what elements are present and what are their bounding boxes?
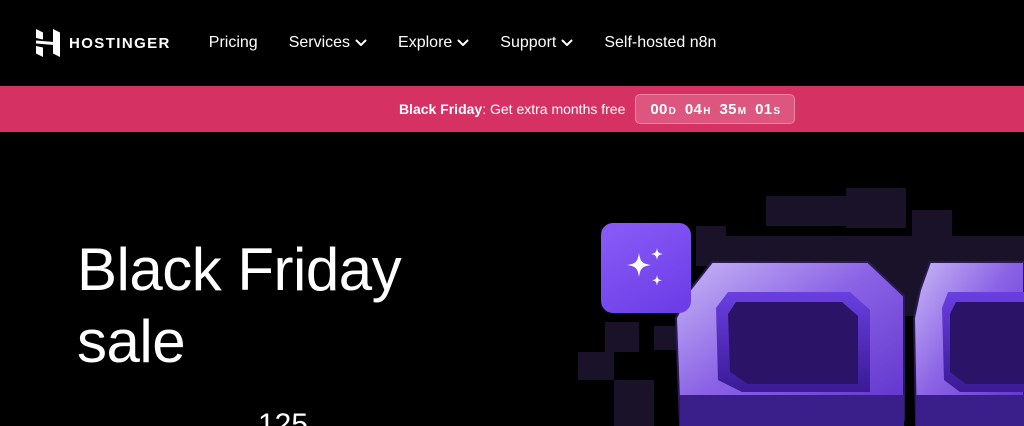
hero-title-line-1: Black Friday: [77, 236, 402, 303]
hero-title: Black Friday sale: [77, 234, 577, 378]
sparkles-icon: [627, 248, 663, 286]
hero-title-line-2: sale: [77, 308, 186, 375]
big-zero-digit-right: [912, 261, 1024, 426]
sparkle-badge: [601, 223, 691, 313]
page: HOSTINGER Pricing Services Explore Suppo…: [0, 0, 1024, 426]
hero-subtitle-partial: 125: [258, 408, 309, 426]
big-zero-digit-left: [674, 261, 905, 426]
